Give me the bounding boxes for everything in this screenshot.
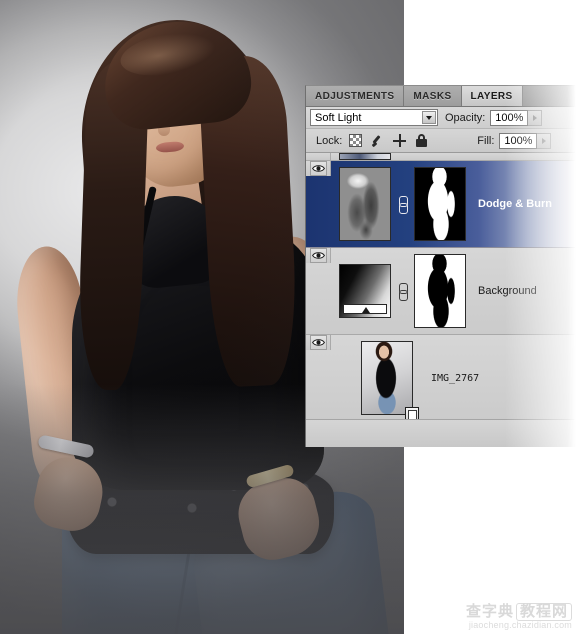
visibility-toggle-img-2767[interactable] [306, 335, 331, 350]
layer-name-background[interactable]: Background [478, 285, 537, 297]
layer-mask-thumbnail-dodge-burn[interactable] [414, 167, 466, 241]
lock-position-icon[interactable] [393, 134, 407, 147]
layer-thumbnail-dodge-burn[interactable] [339, 167, 391, 241]
eye-visibility-icon[interactable] [309, 161, 327, 176]
opacity-slider-arrow[interactable] [528, 109, 543, 126]
layer-thumbnails-dodge-burn [331, 161, 466, 247]
watermark: 查字典 教程网 jiaocheng.chazidian.com [465, 602, 572, 630]
fill-input[interactable]: 100% [499, 132, 538, 149]
layer-name-img-2767[interactable]: IMG_2767 [431, 373, 479, 384]
layer-thumbnails-img-2767 [331, 335, 419, 419]
layer-row-partial[interactable] [306, 153, 576, 161]
opacity-input[interactable]: 100% [490, 109, 529, 126]
lock-image-pixels-icon[interactable] [371, 134, 384, 147]
eye-visibility-icon[interactable] [309, 248, 327, 263]
lock-all-icon[interactable] [415, 134, 428, 147]
layer-thumbnails-background [331, 248, 466, 334]
tab-layers[interactable]: LAYERS [461, 86, 523, 106]
gradient-map-slider [343, 304, 387, 314]
layer-row-dodge-burn[interactable]: Dodge & Burn [306, 161, 576, 248]
smart-object-icon [405, 407, 419, 419]
eye-visibility-icon[interactable] [309, 335, 327, 350]
watermark-site-name: 查字典 [465, 602, 514, 620]
layer-thumbnail-img-2767[interactable] [361, 341, 419, 419]
tab-adjustments[interactable]: ADJUSTMENTS [306, 86, 405, 106]
watermark-title: 查字典 教程网 [465, 602, 572, 621]
lock-icon-group [349, 134, 428, 147]
layers-panel-footer [306, 419, 576, 447]
screenshot-root: ADJUSTMENTS MASKS LAYERS Soft Light Opac… [0, 0, 576, 634]
watermark-url: jiaocheng.chazidian.com [468, 619, 572, 630]
tab-strip-filler [522, 86, 576, 106]
layer-mask-thumbnail-background[interactable] [414, 254, 466, 328]
panel-tab-strip: ADJUSTMENTS MASKS LAYERS [306, 86, 576, 107]
mask-link-icon[interactable] [397, 196, 408, 214]
layer-name-dodge-burn[interactable]: Dodge & Burn [478, 198, 552, 210]
layer-thumbnail-background[interactable] [339, 264, 391, 318]
mask-link-icon[interactable] [397, 283, 408, 301]
layers-panel: ADJUSTMENTS MASKS LAYERS Soft Light Opac… [305, 85, 576, 447]
layer-row-img-2767[interactable]: IMG_2767 [306, 335, 576, 419]
watermark-badge: 教程网 [515, 602, 572, 621]
lock-transparent-pixels-icon[interactable] [349, 134, 363, 147]
opacity-label: Opacity: [445, 111, 486, 124]
visibility-toggle-background[interactable] [306, 248, 331, 263]
lock-label: Lock: [316, 134, 343, 147]
fill-label: Fill: [477, 134, 495, 147]
layer-list[interactable]: Dodge & Burn Background IMG_2767 [306, 153, 576, 419]
blend-mode-select[interactable]: Soft Light [310, 109, 438, 126]
layers-panel-body: ADJUSTMENTS MASKS LAYERS Soft Light Opac… [305, 85, 576, 447]
blend-mode-row: Soft Light Opacity: 100% [306, 107, 576, 129]
visibility-toggle-partial[interactable] [306, 153, 331, 160]
tab-masks[interactable]: MASKS [404, 86, 462, 106]
blend-mode-value: Soft Light [315, 111, 362, 124]
fill-slider-arrow[interactable] [537, 132, 552, 149]
visibility-toggle-dodge-burn[interactable] [306, 161, 331, 176]
chevron-down-icon[interactable] [422, 111, 436, 124]
lock-fill-row: Lock: Fill: 100% [306, 129, 576, 153]
layer-thumbnail-partial[interactable] [339, 153, 391, 160]
layer-row-background[interactable]: Background [306, 248, 576, 335]
